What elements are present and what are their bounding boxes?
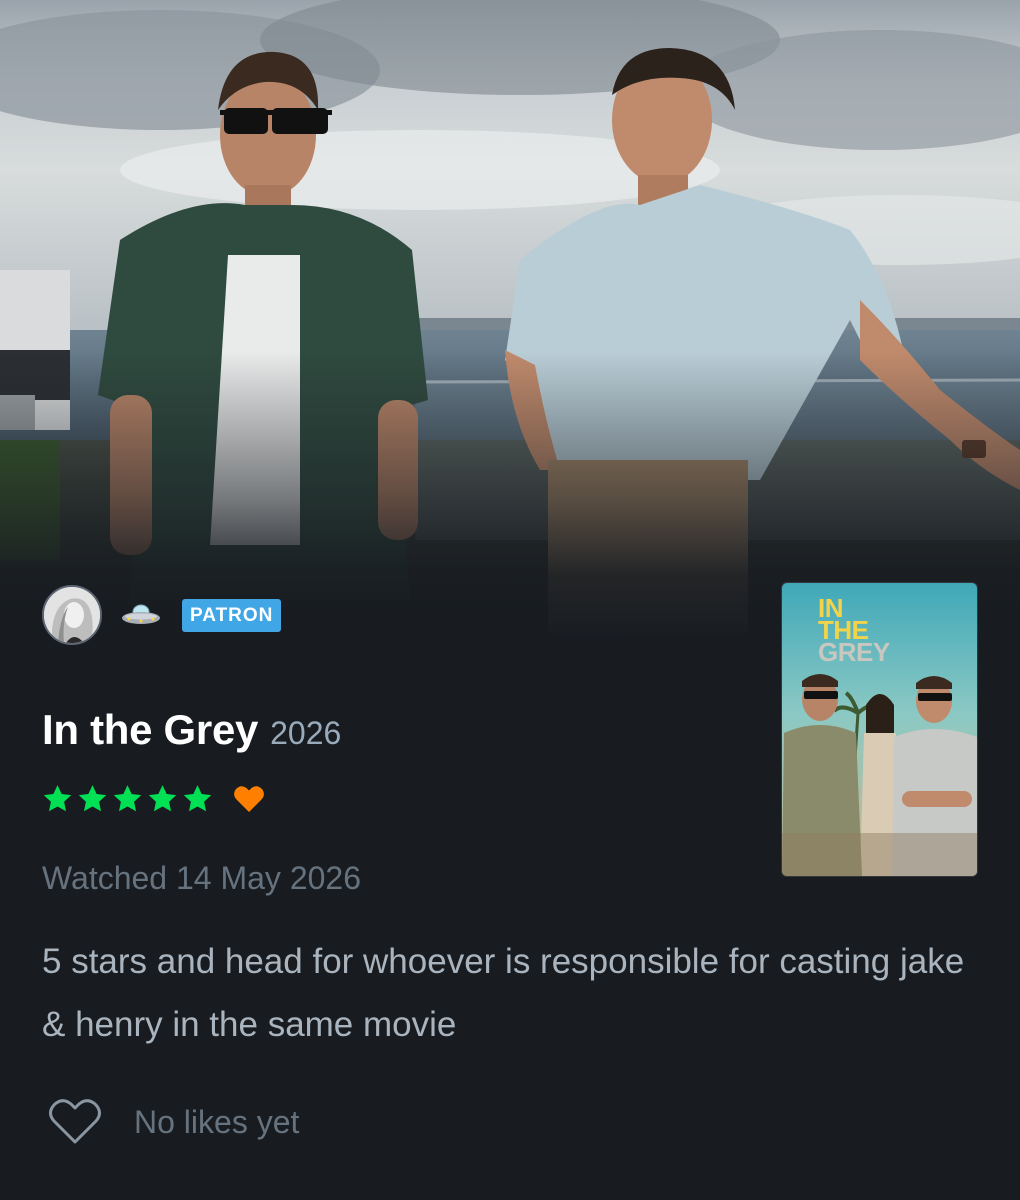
star-icon <box>147 784 178 814</box>
star-icon <box>182 784 213 814</box>
reviewer-row: PATRON <box>42 583 282 647</box>
star-rating <box>42 784 213 814</box>
film-backdrop-image <box>0 0 1020 640</box>
review-body: 5 stars and head for whoever is responsi… <box>42 942 965 1044</box>
poster-title: IN THE GREY <box>818 595 890 667</box>
review-page: PATRON IN THE GREY In the Grey 2026 Watc… <box>0 0 1020 1200</box>
watched-date: Watched 14 May 2026 <box>42 860 361 896</box>
backdrop-fade <box>0 0 1020 640</box>
star-icon <box>42 784 73 814</box>
ufo-icon <box>120 603 162 627</box>
star-icon <box>112 784 143 814</box>
rating-row <box>42 784 265 814</box>
star-icon <box>77 784 108 814</box>
patron-badge: PATRON <box>182 598 282 632</box>
film-title-line: In the Grey 2026 <box>42 706 341 754</box>
film-year[interactable]: 2026 <box>270 715 341 752</box>
liked-heart-icon <box>233 784 265 814</box>
film-poster[interactable]: IN THE GREY <box>782 583 977 876</box>
heart-outline-icon[interactable] <box>48 1098 102 1146</box>
likes-count-label: No likes yet <box>134 1103 300 1140</box>
likes-row: No likes yet <box>48 1098 299 1146</box>
film-title[interactable]: In the Grey <box>42 706 258 754</box>
avatar[interactable] <box>42 585 102 645</box>
poster-title-line: GREY <box>818 637 890 667</box>
